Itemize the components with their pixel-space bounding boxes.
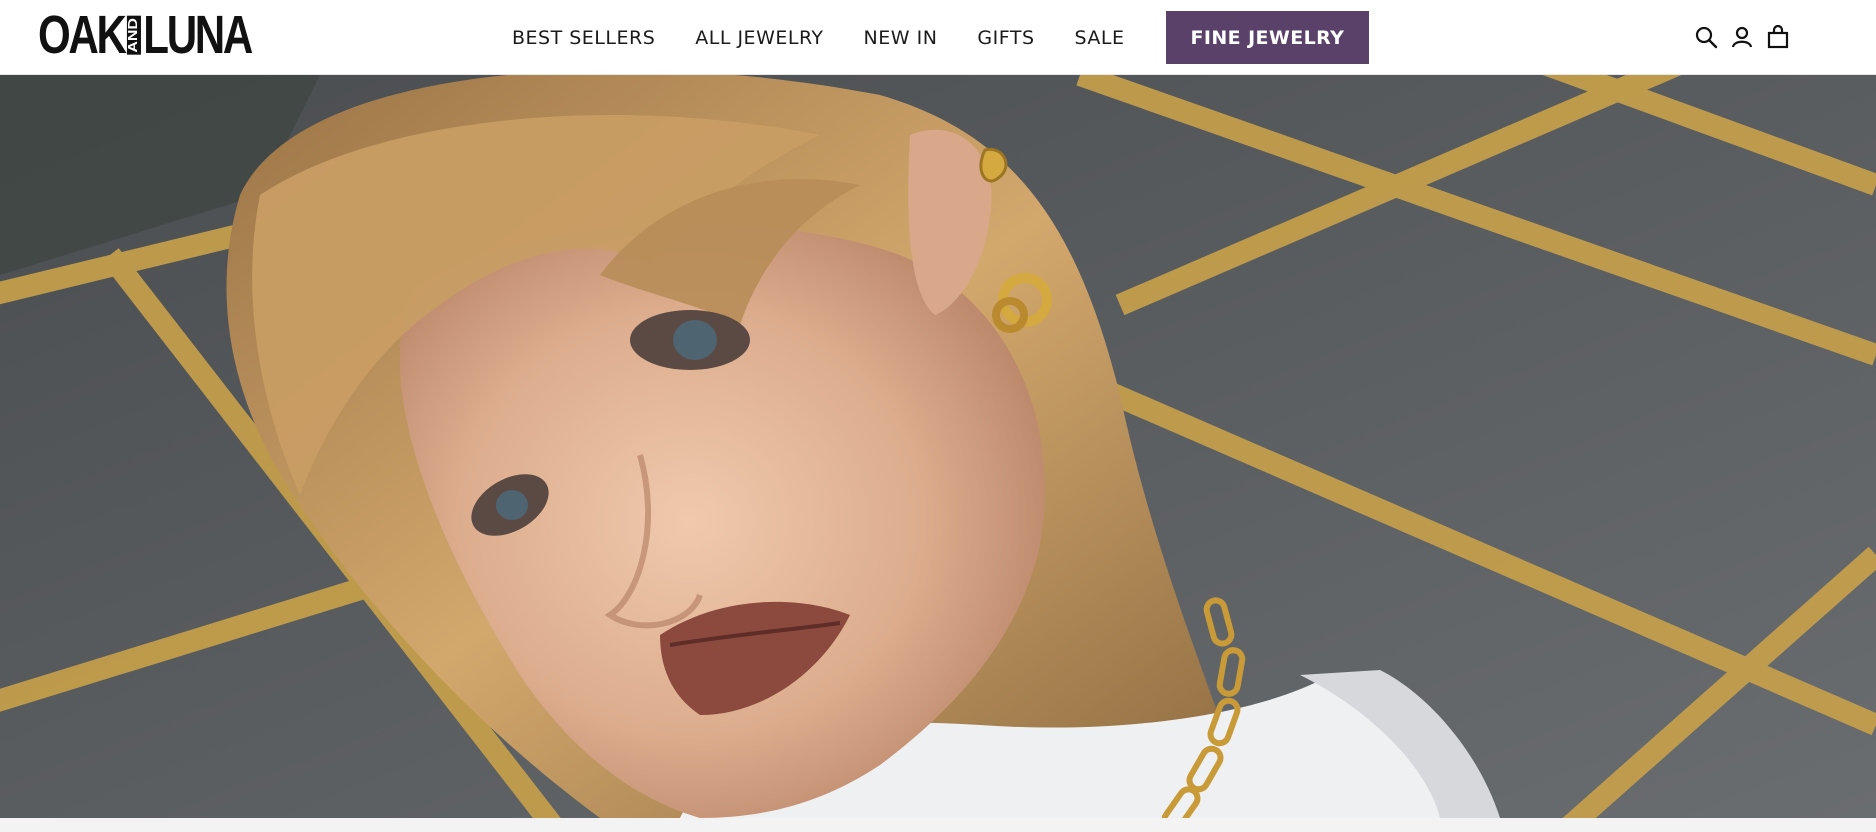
hero-image <box>0 75 1876 818</box>
logo-text-luna: LUNA <box>143 5 253 65</box>
cart-icon[interactable] <box>1764 23 1792 51</box>
account-icon[interactable] <box>1728 23 1756 51</box>
site-header: OAK AND LUNA BEST SELLERS ALL JEWELRY NEW … <box>0 0 1876 75</box>
nav-new-in[interactable]: NEW IN <box>864 27 938 49</box>
nav-fine-jewelry-button[interactable]: FINE JEWELRY <box>1165 11 1370 64</box>
hero-banner[interactable] <box>0 75 1876 818</box>
nav-all-jewelry[interactable]: ALL JEWELRY <box>695 27 823 49</box>
brand-logo[interactable]: OAK AND LUNA <box>38 5 253 65</box>
nav-best-sellers[interactable]: BEST SELLERS <box>512 27 655 49</box>
page-divider <box>0 818 1876 832</box>
logo-text-oak: OAK <box>38 5 127 65</box>
nav-sale[interactable]: SALE <box>1075 27 1125 49</box>
nav-gifts[interactable]: GIFTS <box>977 27 1034 49</box>
logo-text-and: AND <box>126 15 141 55</box>
header-icons <box>1692 20 1800 54</box>
search-icon[interactable] <box>1692 23 1720 51</box>
main-nav: BEST SELLERS ALL JEWELRY NEW IN GIFTS SA… <box>512 0 1370 75</box>
